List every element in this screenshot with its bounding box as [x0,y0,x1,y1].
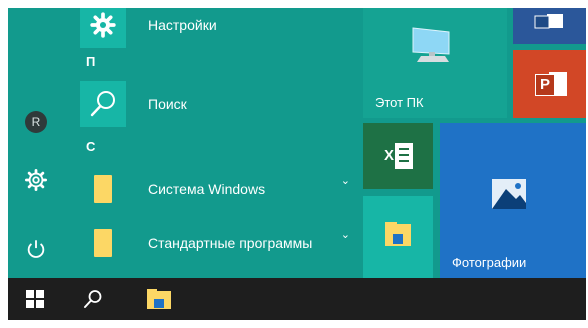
powerpoint-icon: P [535,72,567,96]
start-menu: R Настройки П Поиск С Система Windows ⌄ … [8,8,586,278]
app-item-windows-system[interactable]: Система Windows ⌄ [80,166,360,212]
excel-letter: X [383,147,394,164]
tile-label: Этот ПК [375,95,424,110]
app-tile [80,8,126,48]
app-label: Поиск [148,96,187,112]
folder-icon [94,175,112,203]
app-label: Стандартные программы [148,235,313,251]
chevron-down-icon[interactable]: ⌄ [341,228,350,241]
windows-logo-icon [26,290,44,308]
start-left-rail: R [8,8,66,278]
power-icon [27,240,45,258]
tile-this-pc[interactable]: Этот ПК [363,8,507,118]
tile-label: Фотографии [452,255,527,270]
word-icon [534,14,563,29]
settings-rail-button[interactable] [20,164,52,196]
taskbar [8,278,586,320]
computer-icon [412,27,450,62]
tile-photos[interactable]: Фотографии [440,123,586,278]
app-label: Система Windows [148,181,266,197]
file-explorer-icon [385,222,411,246]
tile-excel[interactable]: X [363,123,433,189]
folder-tile [80,166,126,212]
app-list: Настройки П Поиск С Система Windows ⌄ Ст… [72,8,362,278]
chevron-down-icon[interactable]: ⌄ [341,174,350,187]
excel-icon: X [381,143,415,169]
search-icon [84,290,102,308]
power-button[interactable] [20,233,52,265]
app-tile [80,81,126,127]
folder-tile [80,220,126,266]
user-icon: R [25,111,47,133]
search-icon [90,91,115,117]
group-header-s[interactable]: С [86,139,95,154]
taskbar-search-button[interactable] [72,278,114,320]
app-item-settings[interactable]: Настройки [80,8,360,48]
app-item-accessories[interactable]: Стандартные программы ⌄ [80,220,360,266]
gear-icon [25,169,47,191]
tile-file-explorer[interactable] [363,196,433,278]
powerpoint-letter: P [535,74,555,96]
gear-icon [90,12,116,38]
folder-icon [94,229,112,257]
app-label: Настройки [148,17,217,33]
taskbar-file-explorer[interactable] [138,278,180,320]
photos-icon [492,179,526,209]
user-account-button[interactable]: R [20,106,52,138]
tile-powerpoint[interactable]: P [513,50,586,118]
app-item-search[interactable]: Поиск [80,81,360,127]
file-explorer-icon [147,289,171,309]
avatar-initial: R [31,115,41,129]
group-header-p[interactable]: П [86,54,95,69]
tile-word[interactable] [513,8,586,44]
start-button[interactable] [14,278,56,320]
